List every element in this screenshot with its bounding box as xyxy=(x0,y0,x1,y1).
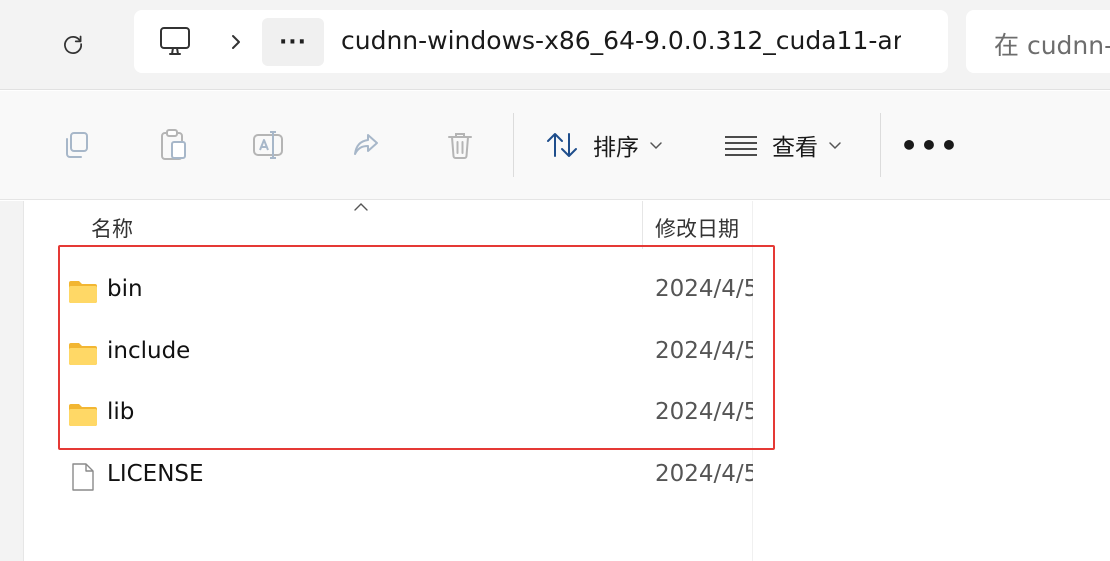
file-name: lib xyxy=(107,399,135,425)
refresh-icon xyxy=(64,35,82,54)
delete-button[interactable] xyxy=(436,121,484,169)
view-list-icon xyxy=(725,136,757,156)
file-date-modified: 2024/4/5 xyxy=(655,338,753,364)
rename-icon xyxy=(253,131,283,159)
toolbar-divider xyxy=(880,113,881,177)
column-header-name[interactable]: 名称 xyxy=(91,213,133,243)
search-placeholder: 在 cudnn-windows-x86_64-9.0.0.312_cuda11-… xyxy=(994,31,1110,60)
list-item[interactable]: bin 2024/4/5 xyxy=(60,262,760,322)
rename-button[interactable] xyxy=(244,121,292,169)
paste-button[interactable] xyxy=(149,121,197,169)
sort-label: 排序 xyxy=(593,135,639,161)
more-options-button[interactable]: ••• xyxy=(900,121,958,169)
folder-icon xyxy=(69,404,97,426)
file-name: LICENSE xyxy=(107,461,204,487)
share-button[interactable] xyxy=(342,121,390,169)
copy-button[interactable] xyxy=(53,121,101,169)
file-date-modified: 2024/4/5 xyxy=(655,276,753,302)
sort-ascending-caret-icon xyxy=(354,203,368,211)
command-bar: 排序 查看 ••• xyxy=(0,91,1110,200)
file-list-view: 名称 修改日期 bin 2024/4/5 include 2024/4/5 li… xyxy=(0,201,1110,561)
trash-icon xyxy=(448,133,472,159)
chevron-right-icon[interactable] xyxy=(226,30,246,54)
address-box[interactable]: ··· cudnn-windows-x86_64-9.0.0.312_cuda1… xyxy=(134,10,948,73)
column-header-date-modified[interactable]: 修改日期 xyxy=(655,213,752,243)
search-input[interactable]: 在 cudnn-windows-x86_64-9.0.0.312_cuda11-… xyxy=(966,10,1110,73)
file-name: include xyxy=(107,338,191,364)
clipboard-icon xyxy=(161,129,186,160)
this-pc-icon[interactable] xyxy=(158,26,192,58)
file-date-modified: 2024/4/5 xyxy=(655,399,753,425)
file-date-modified: 2024/4/5 xyxy=(655,461,753,487)
address-bar-region: ··· cudnn-windows-x86_64-9.0.0.312_cuda1… xyxy=(0,0,1110,90)
folder-icon xyxy=(69,343,97,365)
toolbar-divider xyxy=(513,113,514,177)
list-item[interactable]: LICENSE 2024/4/5 xyxy=(60,447,760,507)
breadcrumb-overflow-button[interactable]: ··· xyxy=(262,18,324,66)
chevron-down-icon xyxy=(829,142,841,150)
share-icon xyxy=(354,134,378,155)
sort-button[interactable]: 排序 xyxy=(545,121,663,169)
folder-icon xyxy=(69,281,97,303)
navigation-pane-edge xyxy=(0,201,24,561)
sort-icon xyxy=(547,133,577,157)
breadcrumb-current-folder[interactable]: cudnn-windows-x86_64-9.0.0.312_cuda11-ar… xyxy=(341,26,901,55)
column-divider[interactable] xyxy=(642,201,643,249)
view-button[interactable]: 查看 xyxy=(724,121,842,169)
list-item[interactable]: lib 2024/4/5 xyxy=(60,385,760,445)
file-name: bin xyxy=(107,276,143,302)
chevron-down-icon xyxy=(650,142,662,150)
refresh-button[interactable] xyxy=(52,22,94,64)
copy-icon xyxy=(66,132,88,158)
view-label: 查看 xyxy=(772,135,818,161)
list-item[interactable]: include 2024/4/5 xyxy=(60,324,760,384)
file-icon xyxy=(72,463,94,491)
